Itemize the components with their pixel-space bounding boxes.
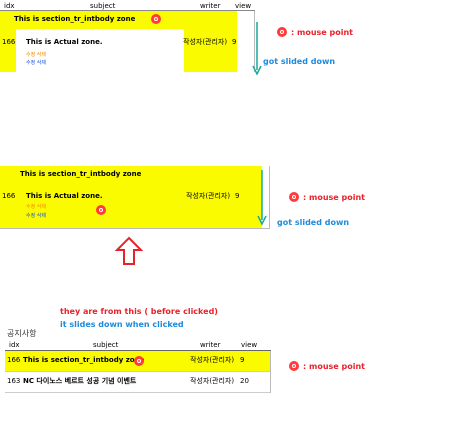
row-idx: 166 xyxy=(2,192,16,200)
mouse-point-icon xyxy=(289,192,299,202)
row-writer: 작성자(관리자) xyxy=(186,192,231,200)
scroll-border xyxy=(269,166,270,229)
mouse-point-icon xyxy=(289,361,299,371)
bottom-border xyxy=(0,228,270,229)
scroll-border xyxy=(270,351,271,393)
edit-delete-links-2[interactable]: 수정 삭제 xyxy=(26,59,46,66)
header-idx: idx xyxy=(9,341,20,349)
panel-2: This is section_tr_intbody zone 166 This… xyxy=(0,166,270,234)
row-divider xyxy=(5,392,271,393)
row-writer: 작성자(관리자) xyxy=(183,38,228,46)
edit-delete-links-1[interactable]: 수정 삭제 xyxy=(26,203,46,210)
mouse-point-label: : mouse point xyxy=(303,362,365,371)
zone-label: This is section_tr_intbody zone xyxy=(14,15,136,23)
slided-down-label: got slided down xyxy=(277,218,350,227)
zone-label: This is section_tr_intbody zone xyxy=(20,170,142,178)
arrow-down-icon xyxy=(252,22,262,76)
header-view: view xyxy=(241,341,258,349)
row-idx: 163 xyxy=(7,377,21,385)
mouse-point-icon xyxy=(134,356,144,366)
header-writer: writer xyxy=(200,341,221,349)
edit-delete-links-2[interactable]: 수정 삭제 xyxy=(26,212,46,219)
panel-1: idx subject writer view This is section_… xyxy=(0,0,255,72)
mouse-point-icon xyxy=(277,27,287,37)
header-subject: subject xyxy=(90,2,116,10)
notice-title: 공지사항 xyxy=(7,329,37,338)
arrow-up-outline-icon xyxy=(115,236,143,265)
header-idx: idx xyxy=(4,2,15,10)
mouse-point-label: : mouse point xyxy=(291,28,353,37)
row-writer: 작성자(관리자) xyxy=(190,377,235,385)
header-view: view xyxy=(235,2,252,10)
row-views: 9 xyxy=(235,192,240,200)
row-subject[interactable]: This is section_tr_intbody zone xyxy=(23,357,144,364)
actual-zone-text: This is Actual zone. xyxy=(26,192,103,200)
row-subject[interactable]: NC 다이노스 베르트 성공 기념 이벤트 xyxy=(23,378,136,385)
row-divider xyxy=(5,371,271,372)
caption-before-clicked: they are from this ( before clicked) xyxy=(60,307,218,316)
row-idx: 166 xyxy=(2,38,16,46)
arrow-down-icon xyxy=(257,170,267,226)
row-views: 20 xyxy=(240,377,249,385)
row-idx: 166 xyxy=(7,356,21,364)
mouse-point-label: : mouse point xyxy=(303,193,365,202)
mouse-point-icon xyxy=(151,14,161,24)
edit-delete-links-1[interactable]: 수정 삭제 xyxy=(26,51,46,58)
slided-down-label: got slided down xyxy=(263,57,336,66)
row-writer: 작성자(관리자) xyxy=(190,356,235,364)
mouse-point-icon xyxy=(96,205,106,215)
header-subject: subject xyxy=(93,341,119,349)
actual-zone-text: This is Actual zone. xyxy=(26,38,103,46)
header-writer: writer xyxy=(200,2,221,10)
row-views: 9 xyxy=(232,38,237,46)
row-views: 9 xyxy=(240,356,245,364)
panel-3: 공지사항 idx subject writer view 166 This is… xyxy=(0,328,271,398)
